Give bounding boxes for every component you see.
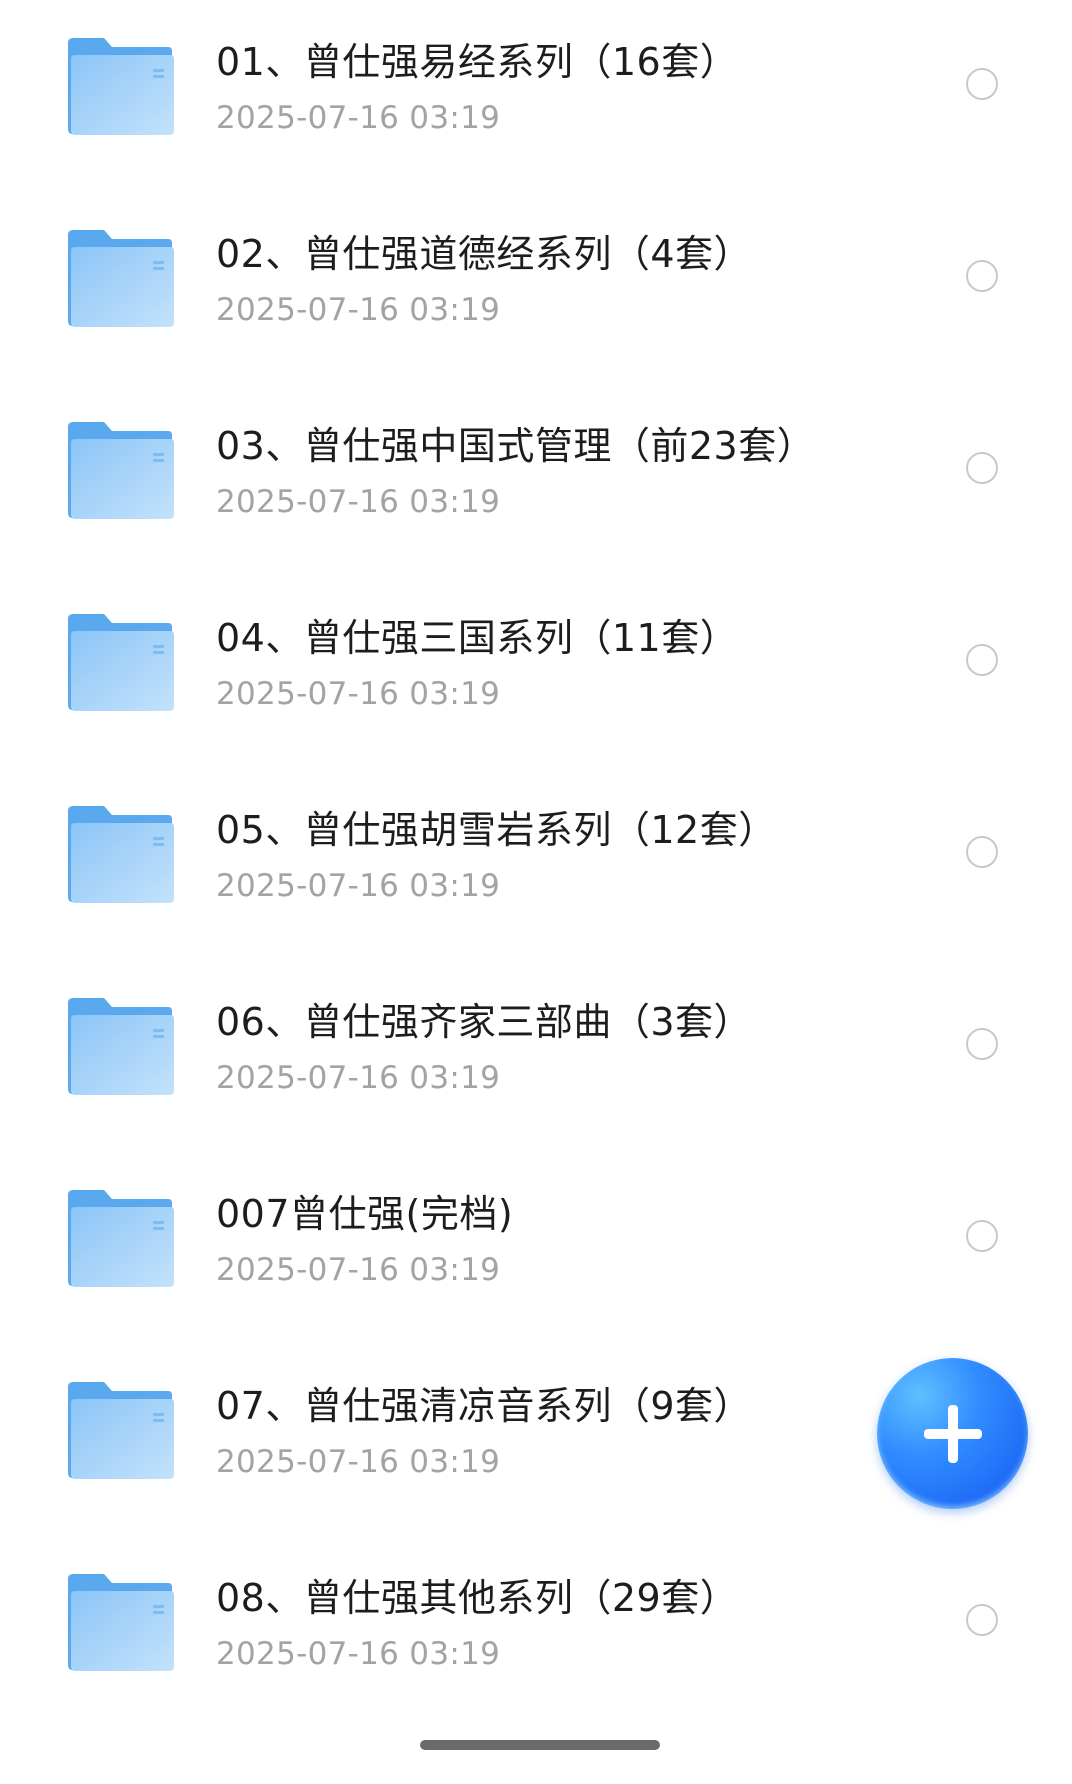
folder-icon [66,1573,174,1672]
folder-date: 2025-07-16 03:19 [216,1252,501,1288]
list-item[interactable]: 04、曾仕强三国系列（11套） 2025-07-16 03:19 [0,576,1072,768]
folder-icon [66,805,174,904]
select-radio[interactable] [966,1220,998,1252]
list-item[interactable]: 05、曾仕强胡雪岩系列（12套） 2025-07-16 03:19 [0,768,1072,960]
folder-date: 2025-07-16 03:19 [216,676,501,712]
home-indicator[interactable] [420,1740,660,1750]
folder-icon [66,421,174,520]
folder-name: 02、曾仕强道德经系列（4套） [216,232,753,276]
folder-icon [66,229,174,328]
list-item[interactable]: 02、曾仕强道德经系列（4套） 2025-07-16 03:19 [0,192,1072,384]
folder-name: 08、曾仕强其他系列（29套） [216,1576,739,1620]
select-radio[interactable] [966,644,998,676]
folder-icon [66,1381,174,1480]
file-list-screen: 01、曾仕强易经系列（16套） 2025-07-16 03:19 02、曾仕强道… [0,0,1072,1784]
select-radio[interactable] [966,1028,998,1060]
select-radio[interactable] [966,452,998,484]
select-radio[interactable] [966,1604,998,1636]
folder-name: 04、曾仕强三国系列（11套） [216,616,739,660]
folder-name: 05、曾仕强胡雪岩系列（12套） [216,808,777,852]
folder-date: 2025-07-16 03:19 [216,1444,501,1480]
list-item[interactable]: 03、曾仕强中国式管理（前23套） 2025-07-16 03:19 [0,384,1072,576]
folder-date: 2025-07-16 03:19 [216,1636,501,1672]
folder-date: 2025-07-16 03:19 [216,484,501,520]
folder-name: 03、曾仕强中国式管理（前23套） [216,424,816,468]
folder-date: 2025-07-16 03:19 [216,1060,501,1096]
folder-name: 06、曾仕强齐家三部曲（3套） [216,1000,753,1044]
select-radio[interactable] [966,68,998,100]
folder-name: 07、曾仕强清凉音系列（9套） [216,1384,753,1428]
folder-name: 007曾仕强(完档) [216,1192,514,1236]
folder-date: 2025-07-16 03:19 [216,292,501,328]
plus-icon [923,1404,982,1463]
list-item[interactable]: 06、曾仕强齐家三部曲（3套） 2025-07-16 03:19 [0,960,1072,1152]
folder-icon [66,1189,174,1288]
folder-date: 2025-07-16 03:19 [216,100,501,136]
list-item[interactable]: 007曾仕强(完档) 2025-07-16 03:19 [0,1152,1072,1344]
folder-icon [66,37,174,136]
select-radio[interactable] [966,836,998,868]
list-item[interactable]: 01、曾仕强易经系列（16套） 2025-07-16 03:19 [0,0,1072,192]
select-radio[interactable] [966,260,998,292]
folder-name: 01、曾仕强易经系列（16套） [216,40,739,84]
list-item[interactable]: 08、曾仕强其他系列（29套） 2025-07-16 03:19 [0,1536,1072,1728]
folder-icon [66,613,174,712]
add-button[interactable] [877,1358,1028,1509]
folder-icon [66,997,174,1096]
folder-date: 2025-07-16 03:19 [216,868,501,904]
